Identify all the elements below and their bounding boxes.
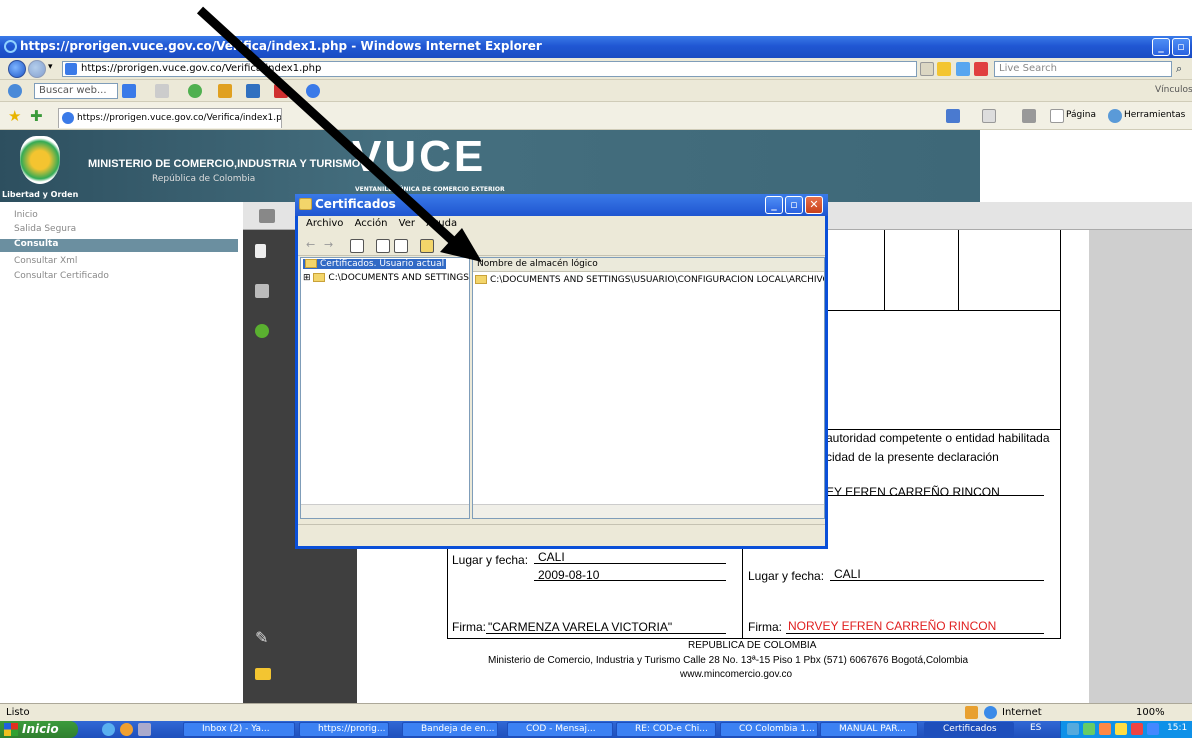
tray-icon-1[interactable] — [1067, 723, 1079, 735]
status-bar: Listo Internet 100% — [0, 703, 1192, 721]
annotation-arrow — [196, 6, 482, 262]
task-co-colombia[interactable]: CO Colombia 1... — [720, 722, 818, 737]
system-tray: 15:1 — [1060, 721, 1192, 738]
clock: 15:1 — [1167, 723, 1188, 733]
zoom-level[interactable]: 100% — [1136, 707, 1165, 718]
task-prorigen[interactable]: https://prorig... — [299, 722, 389, 737]
quicklaunch-ie-icon[interactable] — [102, 723, 115, 736]
tray-icon-6[interactable] — [1147, 723, 1159, 735]
quicklaunch-3-icon[interactable] — [138, 723, 151, 736]
task-manual[interactable]: MANUAL PAR... — [820, 722, 918, 737]
task-inbox[interactable]: Inbox (2) - Ya... — [183, 722, 295, 737]
tray-icon-5[interactable] — [1131, 723, 1143, 735]
taskbar: Inicio Inbox (2) - Ya... https://prorig.… — [0, 721, 1192, 738]
quicklaunch-2-icon[interactable] — [120, 723, 133, 736]
zone-label: Internet — [1002, 707, 1042, 718]
arrow-shaft — [196, 6, 459, 247]
tray-icon-4[interactable] — [1115, 723, 1127, 735]
security-icon — [965, 706, 978, 719]
task-bandeja[interactable]: Bandeja de en... — [402, 722, 498, 737]
task-cod-mensaje[interactable]: COD - Mensaj... — [507, 722, 613, 737]
tray-icon-2[interactable] — [1083, 723, 1095, 735]
task-re-cod[interactable]: RE: COD-e Chi... — [616, 722, 716, 737]
task-certificados[interactable]: Certificados — [924, 722, 1014, 737]
windows-logo-icon — [4, 723, 18, 736]
status-text: Listo — [6, 707, 30, 718]
start-button[interactable]: Inicio — [0, 721, 78, 738]
tray-icon-3[interactable] — [1099, 723, 1111, 735]
language-indicator[interactable]: ES — [1030, 723, 1041, 733]
internet-zone-icon — [984, 706, 997, 719]
